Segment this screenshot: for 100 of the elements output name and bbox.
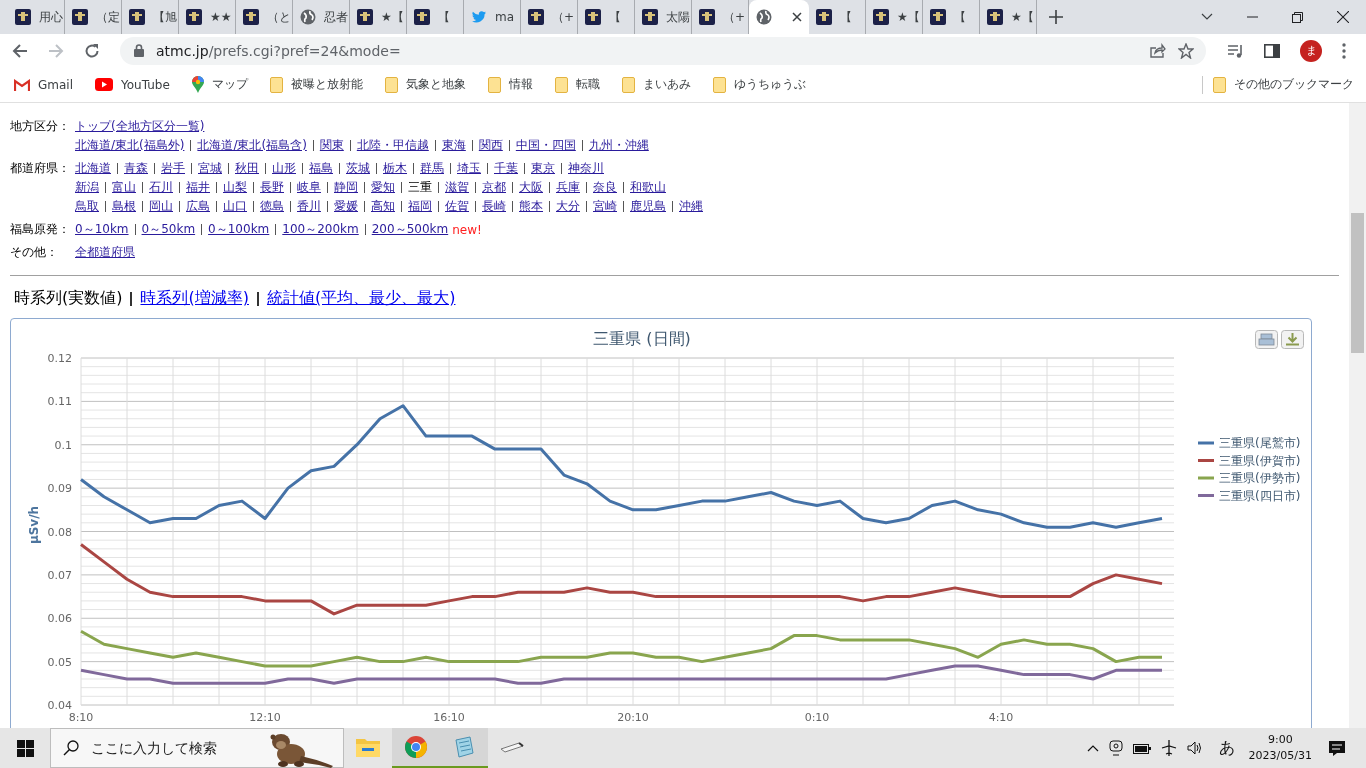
battery-icon[interactable] [1132, 742, 1151, 754]
nav-link[interactable]: 宮崎 [593, 198, 617, 215]
nav-link[interactable]: 群馬 [420, 160, 444, 177]
nav-link[interactable]: 静岡 [334, 179, 358, 196]
nav-link[interactable]: 栃木 [383, 160, 407, 177]
nav-link[interactable]: 東海 [441, 137, 466, 154]
nav-link[interactable]: 富山 [112, 179, 136, 196]
nav-link[interactable]: 北海道 [75, 160, 111, 177]
chevron-down-icon[interactable] [1201, 13, 1213, 21]
clock-date[interactable]: 2023/05/31 [1248, 748, 1312, 764]
legend-label[interactable]: 三重県(尾鷲市) [1219, 436, 1301, 450]
ime-indicator[interactable]: あ [1218, 737, 1235, 759]
camera-icon[interactable] [1108, 740, 1123, 756]
bookmark-item[interactable]: まいあみ [621, 76, 691, 93]
nav-link[interactable]: 東京 [531, 160, 555, 177]
nav-link[interactable]: 徳島 [260, 198, 284, 215]
nav-link[interactable]: 広島 [186, 198, 210, 215]
restore-icon[interactable] [1292, 11, 1303, 23]
profile-button[interactable]: ま [1300, 39, 1322, 62]
nav-link[interactable]: 島根 [112, 198, 136, 215]
legend-label[interactable]: 三重県(伊賀市) [1219, 453, 1301, 468]
view-tab[interactable]: 統計値(平均、最少、最大) [266, 288, 456, 309]
nav-link[interactable]: 大分 [556, 198, 580, 215]
legend-label[interactable]: 三重県(四日市) [1219, 488, 1301, 503]
nav-link[interactable]: 佐賀 [445, 198, 469, 215]
notification-icon[interactable] [1328, 739, 1346, 757]
nav-link[interactable]: 0～100km [208, 221, 270, 238]
bookmark-item[interactable]: 情報 [487, 76, 533, 93]
nav-link[interactable]: 埼玉 [457, 160, 481, 177]
nav-link[interactable]: 福井 [186, 179, 210, 196]
nav-link[interactable]: 香川 [297, 198, 321, 215]
nav-link[interactable]: 関東 [319, 137, 344, 154]
new-tab-icon[interactable] [1049, 10, 1063, 24]
bookmark-item[interactable]: 気象と地象 [384, 76, 466, 93]
nav-link[interactable]: 山口 [223, 198, 247, 215]
nav-link[interactable]: 和歌山 [630, 179, 666, 196]
side-panel-icon[interactable] [1264, 43, 1280, 58]
nav-link[interactable]: 青森 [124, 160, 148, 177]
nav-link[interactable]: 全都道府県 [75, 244, 135, 261]
star-icon[interactable] [1178, 42, 1194, 59]
nav-link[interactable]: 沖縄 [679, 198, 703, 215]
nav-link[interactable]: 新潟 [75, 179, 99, 196]
nav-link[interactable]: 茨城 [346, 160, 370, 177]
nav-link[interactable]: 長崎 [482, 198, 506, 215]
bookmark-item[interactable]: 被曝と放射能 [269, 76, 363, 93]
legend-label[interactable]: 三重県(伊勢市) [1219, 471, 1301, 485]
bookmark-item[interactable]: マップ [191, 76, 248, 93]
nav-link[interactable]: 高知 [371, 198, 395, 215]
nav-link[interactable]: 大阪 [519, 179, 543, 196]
nav-link[interactable]: 100～200km [282, 221, 359, 238]
nav-link[interactable]: 宮城 [198, 160, 222, 177]
view-tab[interactable]: 時系列(実数値) [14, 288, 123, 309]
menu-icon[interactable] [1342, 42, 1346, 59]
nav-link[interactable]: 鳥取 [75, 198, 99, 215]
browser-tab[interactable] [749, 0, 809, 34]
nav-link[interactable]: 兵庫 [556, 179, 580, 196]
nav-link[interactable]: 福島 [309, 160, 333, 177]
nav-link[interactable]: 石川 [149, 179, 173, 196]
nav-link[interactable]: トップ(全地方区分一覧) [75, 118, 205, 135]
reload-icon[interactable] [84, 42, 100, 59]
nav-link[interactable]: 0～50km [141, 221, 196, 238]
download-button[interactable] [1281, 330, 1304, 349]
speaker-icon[interactable] [1186, 741, 1203, 755]
nav-link[interactable]: 福岡 [408, 198, 432, 215]
nav-link[interactable]: 奈良 [593, 179, 617, 196]
nav-link[interactable]: 200～500km [371, 221, 449, 238]
nav-link[interactable]: 秋田 [235, 160, 259, 177]
nav-link[interactable]: 長野 [260, 179, 284, 196]
bookmark-item[interactable]: 転職 [554, 76, 600, 93]
nav-link[interactable]: 熊本 [519, 198, 543, 215]
taskbar-app[interactable] [392, 728, 440, 768]
nav-link[interactable]: 北海道/東北(福島外) [75, 137, 185, 154]
bookmark-item[interactable]: Gmail [14, 77, 73, 92]
view-tab[interactable]: 時系列(増減率) [140, 288, 249, 309]
airplane-icon[interactable] [1160, 740, 1177, 756]
nav-link[interactable]: 鹿児島 [630, 198, 666, 215]
nav-link[interactable]: 滋賀 [445, 179, 469, 196]
nav-link[interactable]: 山梨 [223, 179, 247, 196]
bookmark-item[interactable]: その他のブックマーク [1213, 76, 1354, 93]
nav-link[interactable]: 0～10km [75, 221, 129, 238]
bookmark-item[interactable]: ゆうちゅうぶ [712, 76, 806, 93]
media-list-icon[interactable] [1228, 43, 1244, 58]
windows-logo-icon[interactable] [17, 739, 34, 757]
nav-link[interactable]: 中国・四国 [515, 137, 576, 154]
nav-link[interactable]: 愛知 [371, 179, 395, 196]
back-icon[interactable] [12, 42, 28, 59]
search-bar[interactable]: ここに入力して検索 [50, 728, 344, 768]
nav-link[interactable]: 京都 [482, 179, 506, 196]
share-icon[interactable] [1150, 43, 1166, 58]
clock-time[interactable]: 9:00 [1267, 732, 1293, 748]
nav-link[interactable]: 岩手 [161, 160, 185, 177]
nav-link[interactable]: 九州・沖縄 [588, 137, 649, 154]
chevron-up-icon[interactable] [1086, 744, 1099, 752]
nav-link[interactable]: 千葉 [494, 160, 518, 177]
nav-link[interactable]: 関西 [478, 137, 503, 154]
scrollbar[interactable] [1349, 103, 1366, 728]
nav-link[interactable]: 神奈川 [568, 160, 604, 177]
nav-link[interactable]: 愛媛 [334, 198, 358, 215]
nav-link[interactable]: 北陸・甲信越 [356, 137, 429, 154]
search-field[interactable]: ここに入力して検索 [89, 739, 253, 757]
